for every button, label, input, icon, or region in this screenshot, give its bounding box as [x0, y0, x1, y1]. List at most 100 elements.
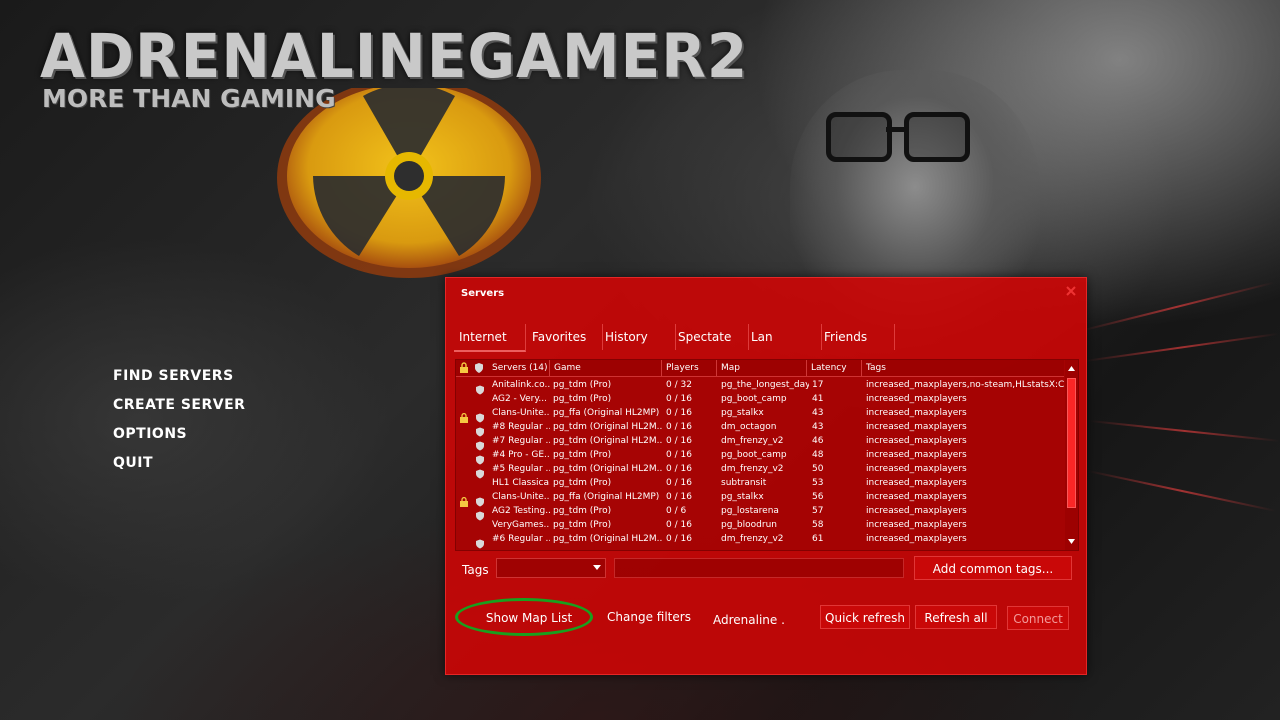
- server-tabs: Internet Favorites History Spectate Lan …: [454, 324, 1078, 354]
- tab-internet[interactable]: Internet: [454, 324, 526, 352]
- server-players: 0 / 16: [666, 394, 692, 404]
- table-row[interactable]: #5 Regular ... pg_tdm (Original HL2M... 0 …: [456, 462, 1064, 479]
- server-tags: increased_maxplayers: [866, 520, 967, 530]
- close-icon[interactable]: [1064, 284, 1078, 298]
- vac-shield-icon: [475, 436, 485, 451]
- tags-label: Tags: [462, 563, 489, 577]
- column-players[interactable]: Players: [662, 360, 717, 376]
- quick-refresh-button[interactable]: Quick refresh: [820, 605, 910, 629]
- server-players: 0 / 16: [666, 408, 692, 418]
- server-map: dm_octagon: [721, 422, 777, 432]
- menu-find-servers[interactable]: FIND SERVERS: [113, 368, 245, 384]
- server-players: 0 / 16: [666, 422, 692, 432]
- server-map: pg_boot_camp: [721, 394, 787, 404]
- server-latency: 56: [812, 492, 824, 502]
- server-game: pg_tdm (Pro): [553, 520, 612, 530]
- table-row[interactable]: #7 Regular ... pg_tdm (Original HL2M... 0 …: [456, 434, 1064, 451]
- scrollbar-thumb[interactable]: [1067, 378, 1076, 508]
- server-rows: Anitalink.co... pg_tdm (Pro) 0 / 32 pg_the_…: [456, 378, 1064, 549]
- vac-shield-icon: [475, 380, 485, 395]
- tags-input[interactable]: [614, 558, 904, 578]
- server-latency: 58: [812, 520, 824, 530]
- connect-button[interactable]: Connect: [1007, 606, 1069, 630]
- server-name: Anitalink.co...: [492, 380, 550, 390]
- lock-icon: [459, 408, 469, 423]
- table-row[interactable]: Clans-Unite... pg_ffa (Original HL2MP) 0 /…: [456, 490, 1064, 507]
- server-latency: 61: [812, 534, 824, 544]
- table-row[interactable]: #8 Regular ... pg_tdm (Original HL2M... 0 …: [456, 420, 1064, 437]
- vac-shield-icon[interactable]: [474, 362, 484, 374]
- server-name: Clans-Unite...: [492, 408, 550, 418]
- server-latency: 57: [812, 506, 824, 516]
- scroll-down-icon[interactable]: [1065, 535, 1078, 548]
- filter-summary: Adrenaline .: [713, 613, 785, 627]
- game-logo: ADRENALINEGAMER2 MORE THAN GAMING: [40, 20, 749, 114]
- table-row[interactable]: Clans-Unite... pg_ffa (Original HL2MP) 0 /…: [456, 406, 1064, 423]
- server-tags: increased_maxplayers: [866, 478, 967, 488]
- add-common-tags-button[interactable]: Add common tags...: [914, 556, 1072, 580]
- column-game[interactable]: Game: [550, 360, 662, 376]
- vac-shield-icon: [475, 450, 485, 465]
- server-latency: 43: [812, 422, 824, 432]
- tab-history[interactable]: History: [600, 324, 676, 350]
- column-servers[interactable]: Servers (14): [488, 360, 550, 376]
- table-row[interactable]: AG2 Testing... pg_tdm (Pro) 0 / 6 pg_lostar…: [456, 504, 1064, 521]
- server-list-header: Servers (14) Game Players Map Latency Ta…: [456, 360, 1064, 377]
- server-map: dm_frenzy_v2: [721, 534, 784, 544]
- red-streak: [1089, 420, 1280, 442]
- server-name: HL1 Classica...: [492, 478, 550, 488]
- server-tags: increased_maxplayers: [866, 450, 967, 460]
- column-map[interactable]: Map: [717, 360, 807, 376]
- table-row[interactable]: HL1 Classica...pg_tdm (Pro) 0 / 16 subtran…: [456, 476, 1064, 490]
- server-name: VeryGames...: [492, 520, 550, 530]
- lock-icon[interactable]: [459, 362, 469, 374]
- tags-dropdown[interactable]: [496, 558, 606, 578]
- server-latency: 17: [812, 380, 824, 390]
- chevron-down-icon: [593, 565, 601, 570]
- table-row[interactable]: VeryGames... pg_tdm (Pro) 0 / 16 pg_bloodru…: [456, 518, 1064, 532]
- logo-title: ADRENALINEGAMER2: [40, 20, 749, 92]
- table-row[interactable]: AG2 - Very... pg_tdm (Pro) 0 / 16 pg_boot_c…: [456, 392, 1064, 406]
- table-row[interactable]: #4 Pro - GE... pg_tdm (Pro) 0 / 16 pg_boot_…: [456, 448, 1064, 465]
- server-list-scrollbar[interactable]: [1065, 360, 1078, 550]
- server-game: pg_tdm (Original HL2M...: [553, 436, 663, 446]
- server-latency: 46: [812, 436, 824, 446]
- server-game: pg_tdm (Original HL2M...: [553, 534, 663, 544]
- table-row[interactable]: #6 Regular ... pg_tdm (Original HL2M... 0 …: [456, 532, 1064, 549]
- server-map: pg_the_longest_day: [721, 380, 809, 390]
- server-players: 0 / 16: [666, 520, 692, 530]
- radiation-hazard-icon: [277, 88, 541, 278]
- server-players: 0 / 16: [666, 450, 692, 460]
- change-filters-button[interactable]: Change filters: [598, 604, 700, 628]
- server-tags: increased_maxplayers: [866, 506, 967, 516]
- vac-shield-icon: [475, 408, 485, 423]
- server-game: pg_ffa (Original HL2MP): [553, 408, 660, 418]
- server-tags: increased_maxplayers: [866, 492, 967, 502]
- column-tags[interactable]: Tags: [862, 360, 1064, 376]
- tab-spectate[interactable]: Spectate: [673, 324, 749, 350]
- server-name: AG2 Testing...: [492, 506, 550, 516]
- refresh-all-button[interactable]: Refresh all: [915, 605, 997, 629]
- server-game: pg_tdm (Pro): [553, 506, 612, 516]
- server-tags: increased_maxplayers: [866, 464, 967, 474]
- tab-friends[interactable]: Friends: [819, 324, 895, 350]
- tab-favorites[interactable]: Favorites: [527, 324, 603, 350]
- server-map: pg_bloodrun: [721, 520, 777, 530]
- tab-lan[interactable]: Lan: [746, 324, 822, 350]
- vac-shield-icon: [475, 506, 485, 521]
- table-row[interactable]: Anitalink.co... pg_tdm (Pro) 0 / 32 pg_the_…: [456, 378, 1064, 395]
- server-map: pg_boot_camp: [721, 450, 787, 460]
- vac-shield-icon: [475, 422, 485, 437]
- column-latency[interactable]: Latency: [807, 360, 862, 376]
- menu-options[interactable]: OPTIONS: [113, 426, 245, 442]
- menu-create-server[interactable]: CREATE SERVER: [113, 397, 245, 413]
- main-menu: FIND SERVERS CREATE SERVER OPTIONS QUIT: [113, 368, 245, 484]
- scroll-up-icon[interactable]: [1065, 362, 1078, 375]
- lock-icon: [459, 492, 469, 507]
- menu-quit[interactable]: QUIT: [113, 455, 245, 471]
- server-game: pg_ffa (Original HL2MP): [553, 492, 660, 502]
- show-map-list-button[interactable]: Show Map List: [468, 605, 590, 629]
- server-players: 0 / 32: [666, 380, 692, 390]
- vac-shield-icon: [475, 492, 485, 507]
- vac-shield-icon: [475, 534, 485, 549]
